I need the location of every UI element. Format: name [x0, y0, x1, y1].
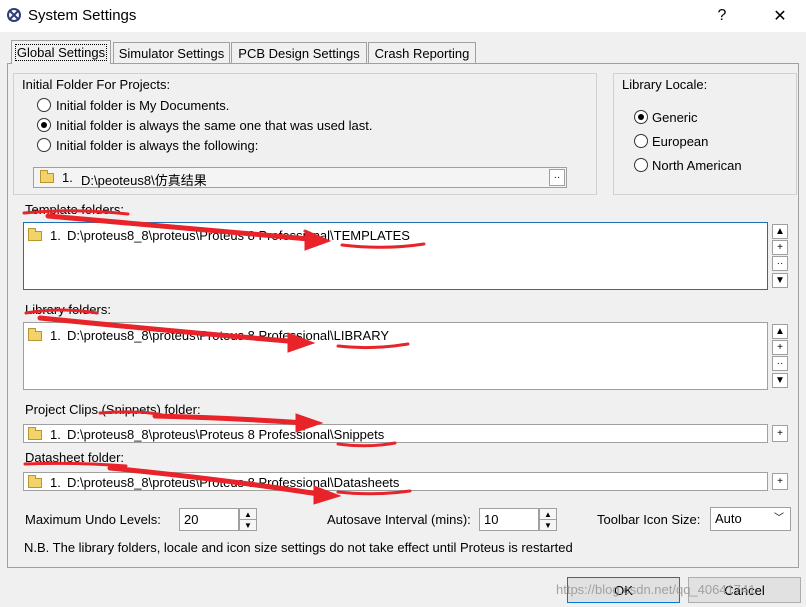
annotation-underline	[336, 342, 410, 350]
annotation-underline	[24, 308, 99, 315]
annotation-arrow-line	[107, 465, 328, 498]
annotation-underline	[98, 410, 164, 417]
annotation-arrowhead	[295, 413, 324, 433]
tab-label: Global Settings	[14, 44, 108, 61]
annotation-marks	[22, 209, 426, 505]
annotation-underline	[336, 441, 397, 448]
annotation-arrow-line	[37, 315, 303, 345]
annotation-arrow-line	[45, 213, 323, 243]
annotation-underline	[22, 209, 130, 216]
annotation-arrowhead	[287, 332, 316, 353]
annotation-underline	[340, 242, 426, 249]
annotation-overlay	[22, 209, 426, 505]
tab-global-settings[interactable]: Global Settings	[11, 40, 111, 64]
annotation-arrowhead	[313, 485, 342, 505]
annotation-arrowhead	[304, 229, 332, 251]
annotation-arrow-line	[152, 413, 308, 426]
annotation-underline	[336, 489, 412, 496]
